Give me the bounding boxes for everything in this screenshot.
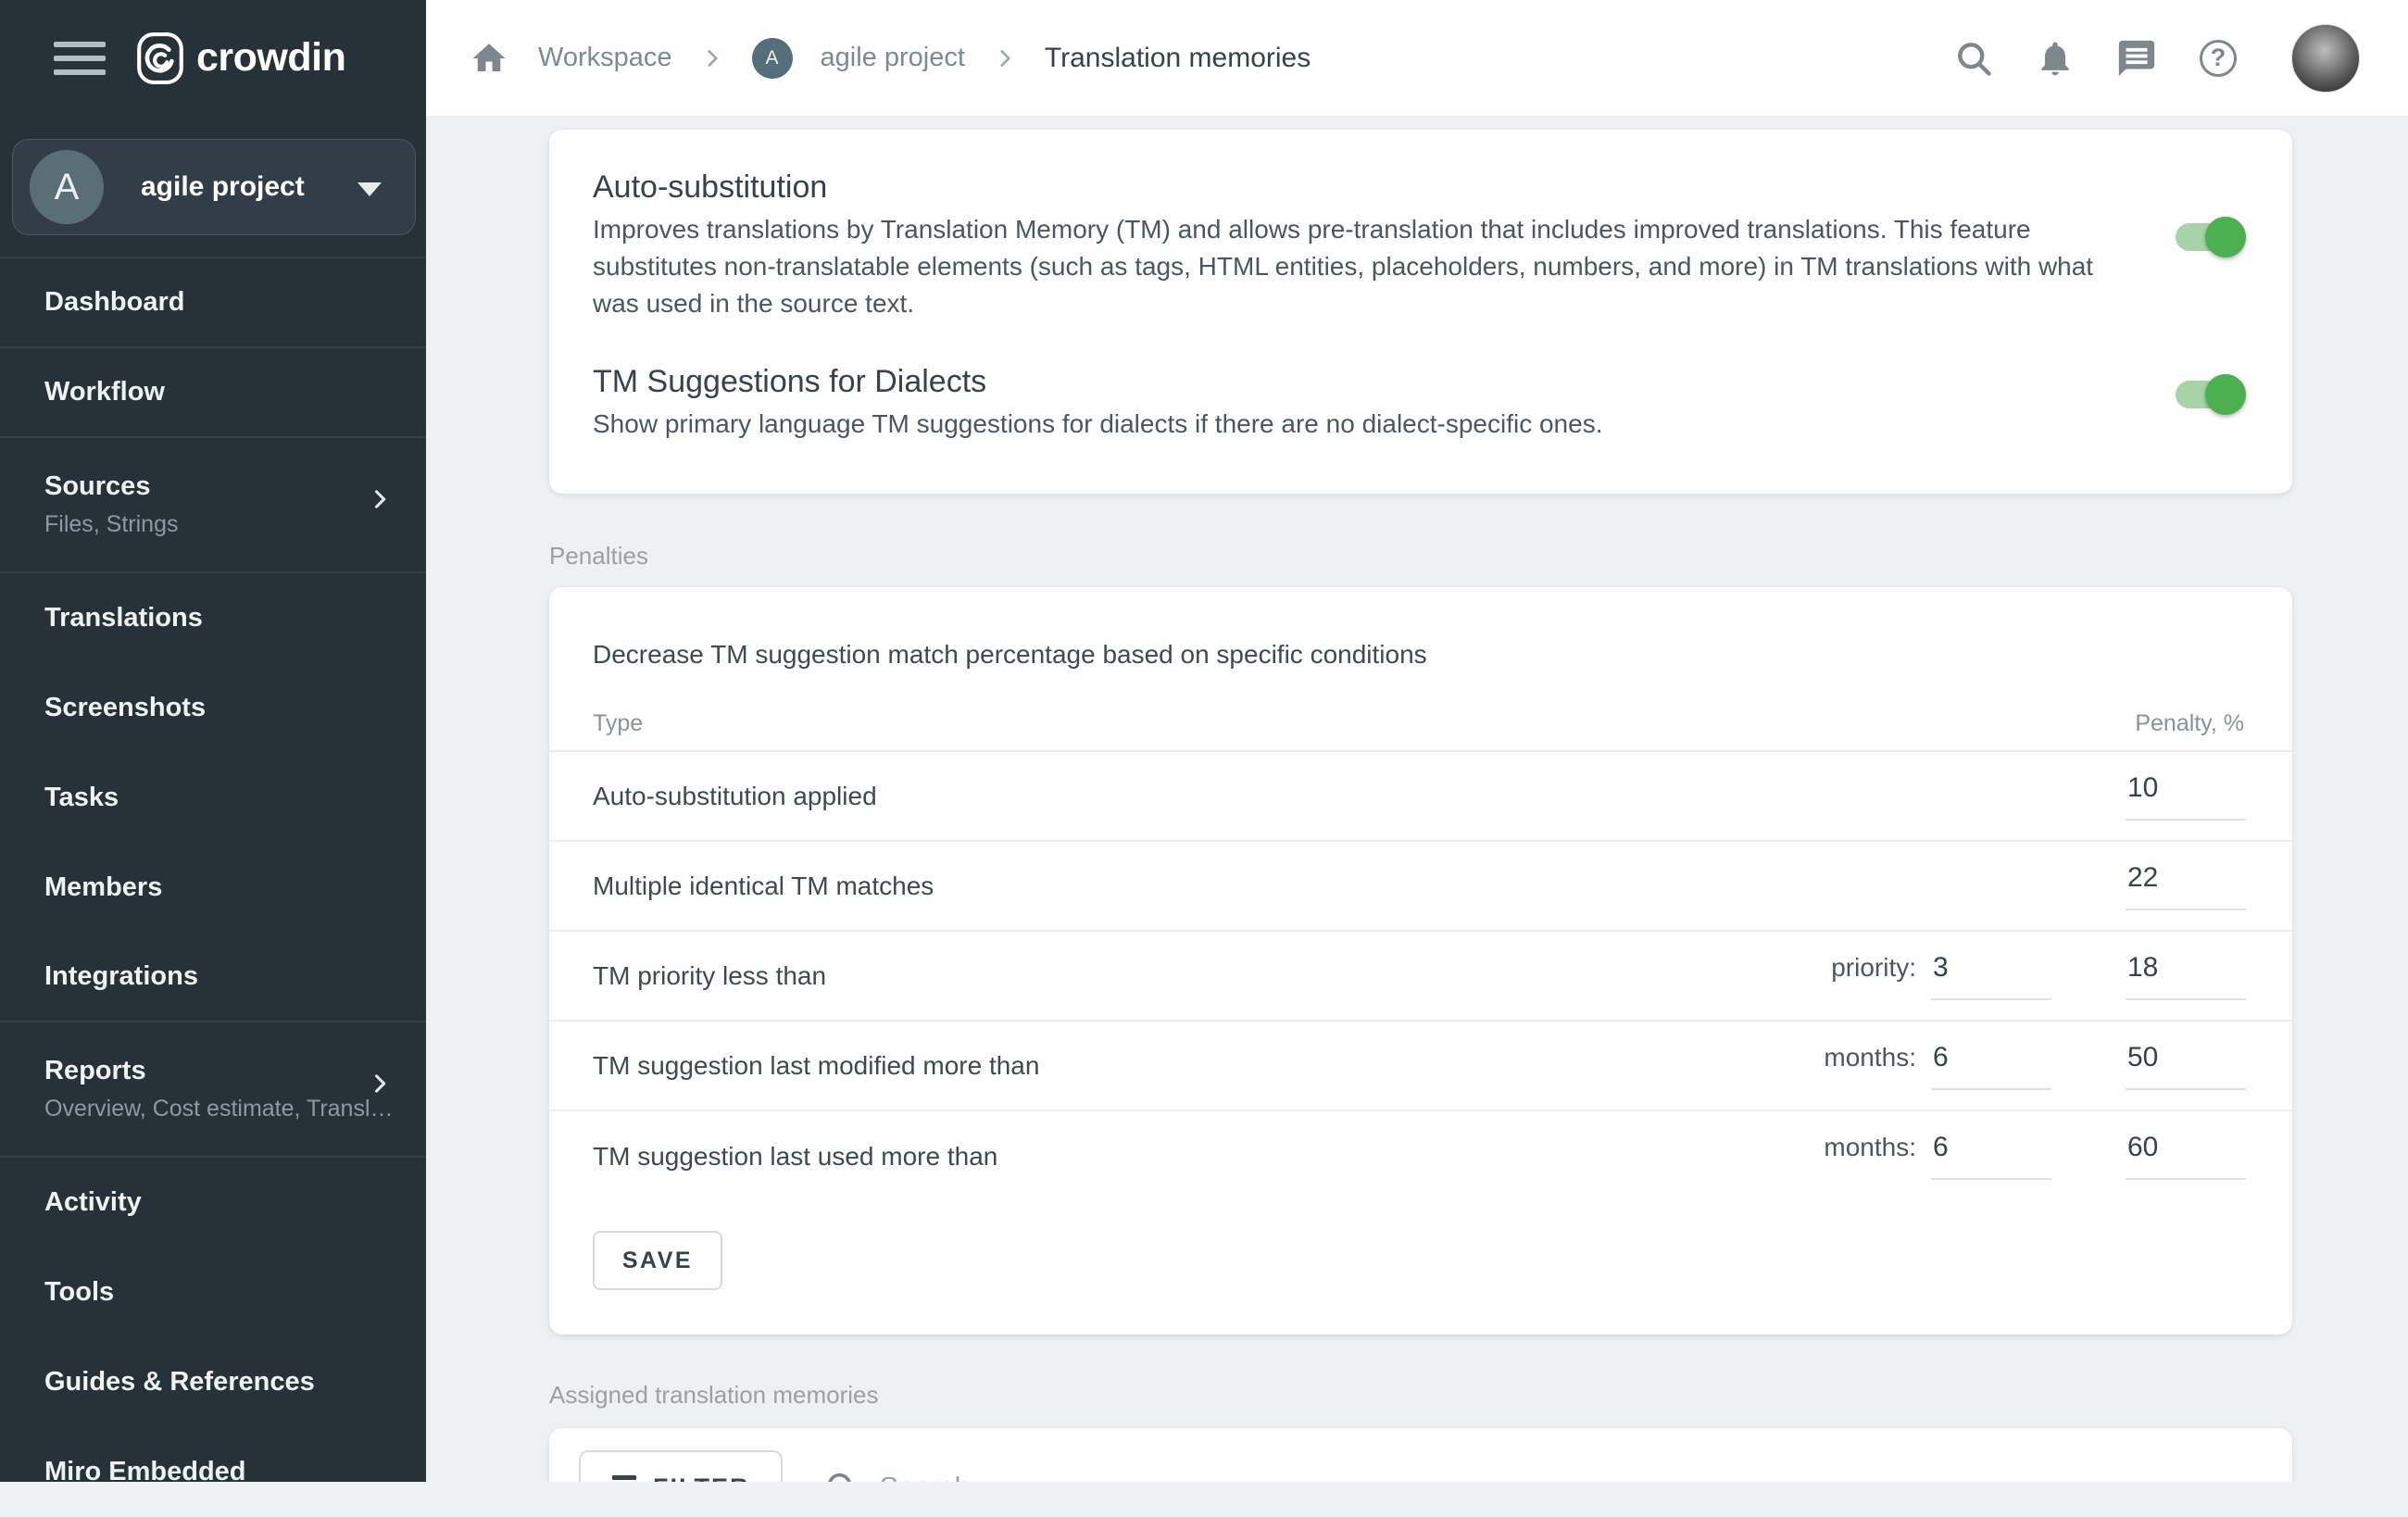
months-label: months: <box>1824 1043 1916 1072</box>
sidebar-menu: Dashboard Workflow Sources Files, String… <box>0 257 426 1517</box>
table-row: TM priority less than priority: <box>549 932 2292 1022</box>
sidebar-item-tools[interactable]: Tools <box>0 1247 426 1337</box>
sidebar-item-screenshots[interactable]: Screenshots <box>0 663 426 753</box>
crowdin-logo-mark-icon <box>133 31 187 85</box>
penalty-input[interactable] <box>2126 862 2246 910</box>
search-input[interactable] <box>879 1471 1453 1482</box>
notifications-bell-icon[interactable] <box>2034 37 2076 80</box>
chevron-right-icon <box>367 486 393 512</box>
crowdin-logo-text: crowdin <box>196 35 345 81</box>
months-label: months: <box>1824 1133 1916 1162</box>
messages-icon[interactable] <box>2115 37 2158 80</box>
column-header-penalty: Penalty, % <box>2135 710 2244 737</box>
sidebar-item-dashboard[interactable]: Dashboard <box>0 258 426 348</box>
sidebar-item-integrations[interactable]: Integrations <box>0 933 426 1022</box>
breadcrumb-project-avatar: A <box>752 38 793 79</box>
penalty-input[interactable] <box>2126 1042 2246 1090</box>
search-icon[interactable] <box>1952 37 1995 80</box>
chevron-separator-icon <box>993 46 1017 70</box>
auto-substitution-description: Improves translations by Translation Mem… <box>593 211 2144 322</box>
penalties-table-header: Type Penalty, % <box>549 700 2292 752</box>
assigned-tm-card: FILTER <box>549 1428 2292 1482</box>
user-avatar[interactable] <box>2291 24 2360 93</box>
table-row: Multiple identical TM matches <box>549 842 2292 932</box>
chevron-separator-icon <box>700 46 724 70</box>
topbar: Workspace A agile project Translation me… <box>426 0 2408 116</box>
project-selector[interactable]: A agile project <box>12 139 416 235</box>
sidebar-header: crowdin <box>0 0 426 116</box>
months-input[interactable] <box>1931 1132 2051 1180</box>
sidebar-item-reports[interactable]: Reports Overview, Cost estimate, Transl… <box>0 1022 426 1158</box>
project-name: agile project <box>141 171 305 203</box>
tm-dialects-title: TM Suggestions for Dialects <box>593 365 2144 398</box>
tm-settings-card: Auto-substitution Improves translations … <box>549 130 2292 494</box>
breadcrumb-project[interactable]: agile project <box>821 43 965 73</box>
priority-input[interactable] <box>1931 952 2051 1000</box>
penalty-input[interactable] <box>2126 1132 2246 1180</box>
sidebar-item-guides-references[interactable]: Guides & References <box>0 1337 426 1427</box>
sidebar-item-workflow[interactable]: Workflow <box>0 348 426 438</box>
priority-label: priority: <box>1831 953 1916 983</box>
project-avatar: A <box>30 150 104 224</box>
penalty-input[interactable] <box>2126 952 2246 1000</box>
breadcrumb-workspace[interactable]: Workspace <box>538 43 672 73</box>
table-row: Auto-substitution applied <box>549 752 2292 842</box>
filter-icon <box>612 1475 636 1482</box>
breadcrumb: Workspace A agile project Translation me… <box>426 37 1311 80</box>
assigned-tm-section-label: Assigned translation memories <box>549 1381 2292 1410</box>
penalty-input[interactable] <box>2126 772 2246 821</box>
home-icon[interactable] <box>468 37 510 80</box>
column-header-type: Type <box>593 710 643 737</box>
topbar-actions: ? <box>1952 24 2408 93</box>
chevron-right-icon <box>367 1071 393 1097</box>
months-input[interactable] <box>1931 1042 2051 1090</box>
assigned-tm-search <box>823 1450 1453 1482</box>
table-row: TM suggestion last used more than months… <box>549 1111 2292 1201</box>
save-button[interactable]: SAVE <box>593 1231 722 1290</box>
sidebar-item-activity[interactable]: Activity <box>0 1158 426 1247</box>
filter-button[interactable]: FILTER <box>579 1450 783 1482</box>
sidebar-item-tasks[interactable]: Tasks <box>0 753 426 843</box>
sidebar: crowdin A agile project Dashboard Workfl… <box>0 0 426 1482</box>
tm-dialects-description: Show primary language TM suggestions for… <box>593 406 2144 443</box>
main-content: Auto-substitution Improves translations … <box>426 116 2408 1482</box>
tm-dialects-toggle[interactable] <box>2176 374 2246 415</box>
breadcrumb-current-page: Translation memories <box>1045 43 1311 74</box>
menu-icon[interactable] <box>54 40 106 77</box>
penalties-card: Decrease TM suggestion match percentage … <box>549 587 2292 1335</box>
penalties-section-label: Penalties <box>549 542 2292 570</box>
sidebar-item-translations[interactable]: Translations <box>0 573 426 663</box>
sidebar-item-sources[interactable]: Sources Files, Strings <box>0 438 426 573</box>
caret-down-icon <box>357 182 382 196</box>
sidebar-item-members[interactable]: Members <box>0 843 426 933</box>
table-row: TM suggestion last modified more than mo… <box>549 1022 2292 1111</box>
search-icon <box>823 1469 860 1482</box>
penalties-card-title: Decrease TM suggestion match percentage … <box>549 587 2292 669</box>
auto-substitution-toggle[interactable] <box>2176 217 2246 257</box>
auto-substitution-title: Auto-substitution <box>593 170 2144 204</box>
help-icon[interactable]: ? <box>2197 37 2239 80</box>
sidebar-item-miro-embedded[interactable]: Miro Embedded <box>0 1427 426 1517</box>
crowdin-logo[interactable]: crowdin <box>133 31 345 85</box>
